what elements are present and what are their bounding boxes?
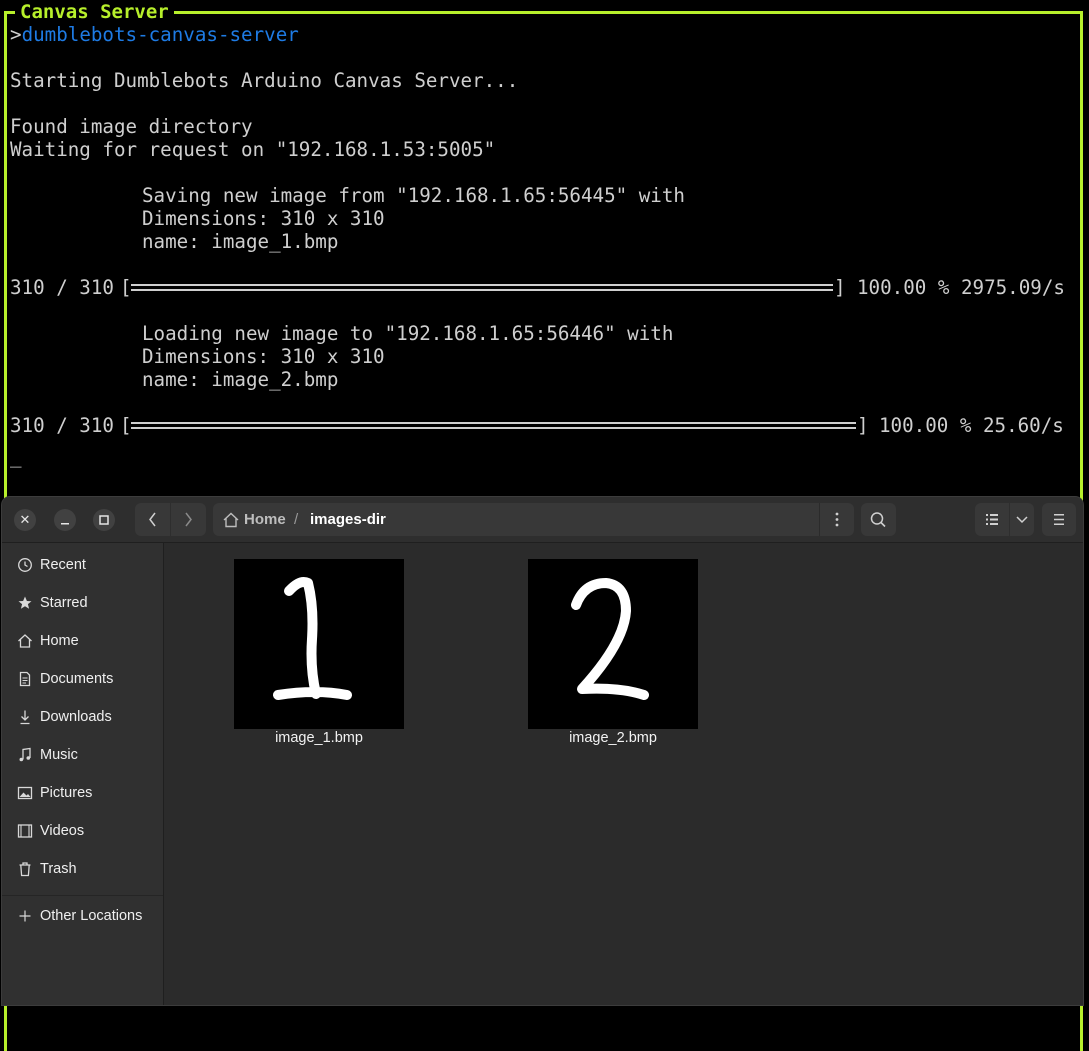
document-icon xyxy=(19,671,31,687)
music-icon xyxy=(19,747,31,762)
trash-icon xyxy=(19,862,31,877)
home-icon xyxy=(223,512,239,528)
sidebar-item-label: Downloads xyxy=(40,709,112,725)
file-item[interactable]: image_1.bmp xyxy=(204,559,404,759)
chevron-down-icon xyxy=(1016,516,1028,524)
load-progress-bar xyxy=(131,422,856,429)
sidebar-item-trash[interactable]: Trash xyxy=(2,850,163,888)
load-progress-stats: 100.00 % 25.60/s xyxy=(879,414,1064,437)
load-progress-count: 310 / 310 xyxy=(10,414,114,437)
file-name: image_2.bmp xyxy=(569,730,657,746)
load-name-line: name: image_2.bmp xyxy=(142,368,339,391)
file-view: image_1.bmp image_2.bmp xyxy=(164,543,1083,1005)
back-button[interactable] xyxy=(135,503,170,536)
maximize-button[interactable] xyxy=(93,509,115,531)
save-progress-stats: 100.00 % 2975.09/s xyxy=(857,276,1065,299)
close-icon: ✕ xyxy=(19,512,31,527)
chevron-left-icon xyxy=(149,512,156,527)
starting-line: Starting Dumblebots Arduino Canvas Serve… xyxy=(10,69,519,92)
path-menu-button[interactable] xyxy=(819,503,854,536)
plus-icon xyxy=(19,910,31,922)
sidebar-divider xyxy=(2,895,163,896)
sidebar-item-pictures[interactable]: Pictures xyxy=(2,774,163,812)
sidebar-item-starred[interactable]: Starred xyxy=(2,584,163,622)
video-icon xyxy=(17,824,33,838)
prompt-symbol: > xyxy=(10,23,22,46)
minimize-button[interactable] xyxy=(54,509,76,531)
save-header-line: Saving new image from "192.168.1.65:5644… xyxy=(142,184,685,207)
command-text: dumblebots-canvas-server xyxy=(21,23,299,46)
save-name-line: name: image_1.bmp xyxy=(142,230,339,253)
sidebar-item-home[interactable]: Home xyxy=(2,622,163,660)
path-current-folder[interactable]: images-dir xyxy=(310,503,386,536)
sidebar-item-music[interactable]: Music xyxy=(2,736,163,774)
sidebar-item-label: Recent xyxy=(40,557,86,573)
load-progress-open-bracket: [ xyxy=(120,414,132,437)
picture-icon xyxy=(17,786,33,800)
path-bar[interactable]: Home / images-dir xyxy=(213,503,854,536)
sidebar-item-label: Videos xyxy=(40,823,85,839)
load-progress-close-bracket: ] xyxy=(857,414,869,437)
search-button[interactable] xyxy=(861,503,896,536)
minimize-icon xyxy=(61,523,69,525)
chevron-right-icon xyxy=(185,512,192,527)
load-dims-line: Dimensions: 310 x 310 xyxy=(142,345,385,368)
digit-two-drawing xyxy=(571,578,649,700)
save-progress-count: 310 / 310 xyxy=(10,276,114,299)
clock-icon xyxy=(18,558,32,572)
list-view-button[interactable] xyxy=(975,503,1009,536)
file-thumbnail xyxy=(528,559,698,729)
save-dims-line: Dimensions: 310 x 310 xyxy=(142,207,385,230)
download-icon xyxy=(20,710,30,725)
save-progress-close-bracket: ] xyxy=(834,276,846,299)
sidebar-item-documents[interactable]: Documents xyxy=(2,660,163,698)
star-icon xyxy=(18,596,32,609)
path-home-button[interactable]: Home xyxy=(244,503,286,536)
home-icon xyxy=(18,634,32,648)
found-dir-line: Found image directory xyxy=(10,115,253,138)
sidebar: Recent Starred Home Documents Downloads … xyxy=(2,543,164,1005)
waiting-line: Waiting for request on "192.168.1.53:500… xyxy=(10,138,496,161)
prompt-line: >dumblebots-canvas-server xyxy=(10,23,299,46)
sidebar-item-label: Starred xyxy=(40,595,88,611)
digit-one-drawing xyxy=(273,577,352,700)
file-thumbnail xyxy=(234,559,404,729)
sidebar-item-label: Home xyxy=(40,633,79,649)
sidebar-item-other-locations[interactable]: Other Locations xyxy=(2,897,163,935)
terminal-title: Canvas Server xyxy=(15,1,174,23)
list-view-icon xyxy=(986,514,998,525)
sidebar-item-label: Documents xyxy=(40,671,114,687)
sidebar-item-label: Other Locations xyxy=(40,908,143,924)
file-manager-window[interactable]: ✕ Home / images-dir Recent Starred Home … xyxy=(2,497,1083,1005)
search-icon xyxy=(870,512,886,528)
more-vertical-icon xyxy=(835,512,839,527)
sidebar-item-label: Music xyxy=(40,747,78,763)
hamburger-menu-icon xyxy=(1054,514,1064,525)
file-item[interactable]: image_2.bmp xyxy=(498,559,698,759)
sidebar-item-label: Trash xyxy=(40,861,77,877)
header-bar: ✕ Home / images-dir xyxy=(2,497,1083,543)
file-name: image_1.bmp xyxy=(275,730,363,746)
maximize-icon xyxy=(99,515,109,525)
close-button[interactable]: ✕ xyxy=(14,509,36,531)
view-options-dropdown[interactable] xyxy=(1010,503,1034,536)
sidebar-item-recent[interactable]: Recent xyxy=(2,546,163,584)
load-header-line: Loading new image to "192.168.1.65:56446… xyxy=(142,322,674,345)
save-progress-open-bracket: [ xyxy=(120,276,132,299)
sidebar-item-downloads[interactable]: Downloads xyxy=(2,698,163,736)
save-progress-bar xyxy=(131,284,833,291)
forward-button[interactable] xyxy=(171,503,206,536)
path-separator: / xyxy=(294,511,299,528)
sidebar-item-videos[interactable]: Videos xyxy=(2,812,163,850)
terminal-cursor: _ xyxy=(10,445,22,468)
main-menu-button[interactable] xyxy=(1042,503,1076,536)
sidebar-item-label: Pictures xyxy=(40,785,93,801)
